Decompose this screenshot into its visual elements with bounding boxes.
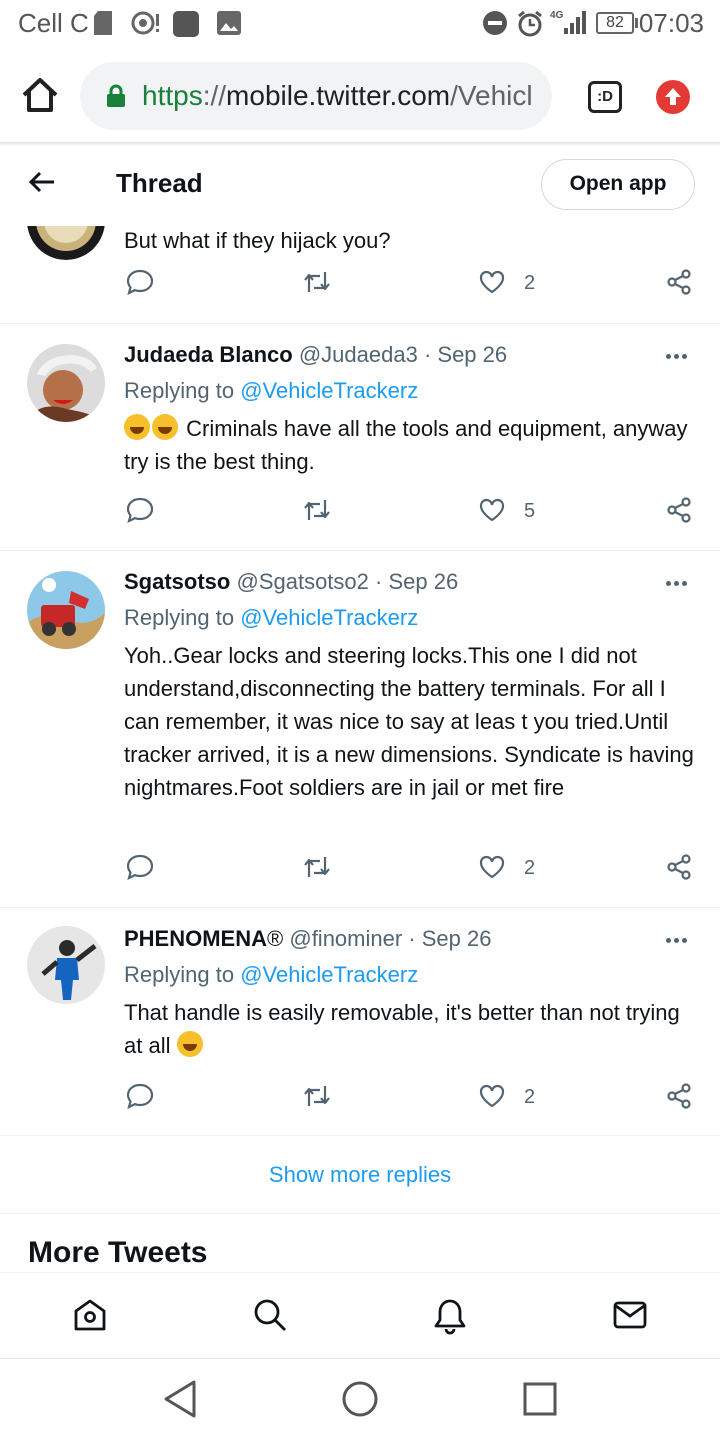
clock: 07:03	[638, 8, 704, 38]
timeline[interactable]: But what if they hijack you? 2 Judaeda B…	[0, 226, 720, 1272]
share-icon[interactable]	[665, 268, 693, 296]
tweet-text: But what if they hijack you?	[124, 228, 391, 253]
bottom-tab-bar	[0, 1272, 720, 1358]
dnd-icon	[482, 10, 508, 43]
username[interactable]: @Judaeda3	[299, 342, 418, 367]
share-icon[interactable]	[665, 853, 693, 881]
tweet[interactable]: PHENOMENA® @finominer · Sep 26 Replying …	[0, 908, 720, 1136]
more-options-icon[interactable]	[666, 346, 692, 362]
reply-icon[interactable]	[126, 853, 154, 881]
url-text: https://mobile.twitter.com/Vehicl	[142, 80, 533, 111]
like-count: 5	[524, 500, 536, 522]
share-icon[interactable]	[665, 496, 693, 524]
messages-icon[interactable]	[612, 1297, 648, 1338]
tweet-date[interactable]: Sep 26	[437, 342, 507, 367]
page-title: Thread	[116, 168, 203, 198]
replying-to: Replying to @VehicleTrackerz	[124, 378, 419, 403]
replying-to-handle[interactable]: @VehicleTrackerz	[240, 605, 418, 630]
battery-tip	[635, 18, 638, 28]
replying-to: Replying to @VehicleTrackerz	[124, 962, 419, 987]
tweet-partial[interactable]: But what if they hijack you? 2	[0, 226, 720, 324]
reply-icon[interactable]	[126, 1082, 154, 1110]
like-icon[interactable]	[478, 496, 506, 524]
username[interactable]: @finominer	[289, 926, 402, 951]
tweet-actions: 2	[0, 853, 720, 889]
tweet[interactable]: Judaeda Blanco @Judaeda3 · Sep 26 Replyi…	[0, 324, 720, 551]
replying-to-handle[interactable]: @VehicleTrackerz	[240, 378, 418, 403]
reply-icon[interactable]	[126, 496, 154, 524]
tweet-date[interactable]: Sep 26	[388, 569, 458, 594]
lock-icon	[106, 84, 126, 113]
notifications-icon[interactable]	[432, 1297, 468, 1340]
replying-to: Replying to @VehicleTrackerz	[124, 605, 419, 630]
display-name[interactable]: PHENOMENA	[124, 926, 267, 951]
thread-header: Thread Open app	[0, 146, 720, 226]
display-name[interactable]: Sgatsotso	[124, 569, 230, 594]
like-count: 2	[524, 1086, 536, 1108]
avatar[interactable]	[27, 226, 105, 260]
registered-mark: ®	[267, 926, 284, 951]
app-notification-icon	[172, 10, 200, 45]
reply-icon[interactable]	[126, 268, 154, 296]
browser-home-icon[interactable]	[20, 76, 64, 116]
section-title: More Tweets	[28, 1236, 208, 1269]
tweet-actions: 2	[0, 268, 720, 304]
update-icon[interactable]	[656, 80, 690, 114]
tweet-header: Sgatsotso @Sgatsotso2 · Sep 26	[124, 569, 459, 594]
avatar[interactable]	[27, 344, 105, 422]
laughing-emoji-icon	[124, 414, 150, 440]
alarm-icon	[516, 10, 544, 45]
more-options-icon[interactable]	[666, 573, 692, 589]
nav-home-icon[interactable]	[341, 1379, 379, 1424]
nav-recents-icon[interactable]	[522, 1379, 558, 1424]
nav-back-icon[interactable]	[162, 1379, 198, 1424]
like-count: 2	[524, 272, 536, 294]
grinning-emoji-icon	[176, 1031, 203, 1057]
sd-card-icon	[92, 10, 114, 43]
retweet-icon[interactable]	[302, 1082, 332, 1110]
signal-icon: 4G	[550, 8, 588, 43]
display-name[interactable]: Judaeda Blanco	[124, 342, 293, 367]
username[interactable]: @Sgatsotso2	[236, 569, 368, 594]
tweet[interactable]: Sgatsotso @Sgatsotso2 · Sep 26 Replying …	[0, 551, 720, 908]
tweet-text: That handle is easily removable, it's be…	[124, 1000, 680, 1058]
carrier-label: Cell C	[18, 8, 89, 38]
battery-level: 82	[596, 12, 634, 34]
tweet-header: Judaeda Blanco @Judaeda3 · Sep 26	[124, 342, 508, 367]
tweet-actions: 5	[0, 496, 720, 532]
status-bar: Cell C 4G 82 07:03	[0, 0, 720, 48]
tweet-text: Criminals have all the tools and equipme…	[124, 414, 688, 474]
tweet-text: Yoh..Gear locks and steering locks.This …	[124, 643, 694, 800]
avatar[interactable]	[27, 571, 105, 649]
svg-text:4G: 4G	[550, 10, 564, 21]
like-icon[interactable]	[478, 268, 506, 296]
system-nav-bar	[0, 1358, 720, 1440]
retweet-icon[interactable]	[302, 496, 332, 524]
like-count: 2	[524, 857, 536, 879]
search-icon[interactable]	[252, 1297, 288, 1338]
open-app-button[interactable]: Open app	[541, 159, 695, 210]
hotspot-icon	[130, 10, 160, 43]
avatar[interactable]	[27, 926, 105, 1004]
tweet-header: PHENOMENA® @finominer · Sep 26	[124, 926, 492, 951]
like-icon[interactable]	[478, 853, 506, 881]
replying-to-handle[interactable]: @VehicleTrackerz	[240, 962, 418, 987]
tab-switcher-button[interactable]: :D	[588, 81, 622, 113]
address-bar[interactable]: https://mobile.twitter.com/Vehicl	[80, 62, 552, 130]
back-arrow-icon[interactable]	[28, 168, 58, 198]
retweet-icon[interactable]	[302, 853, 332, 881]
home-icon[interactable]	[72, 1297, 108, 1338]
browser-toolbar: https://mobile.twitter.com/Vehicl :D	[0, 48, 720, 144]
show-more-replies-link[interactable]: Show more replies	[0, 1136, 720, 1214]
gallery-icon	[216, 10, 242, 43]
retweet-icon[interactable]	[302, 268, 332, 296]
tweet-date[interactable]: Sep 26	[422, 926, 492, 951]
tweet-actions: 2	[0, 1082, 720, 1118]
laughing-emoji-icon	[152, 414, 178, 440]
like-icon[interactable]	[478, 1082, 506, 1110]
more-options-icon[interactable]	[666, 930, 692, 946]
share-icon[interactable]	[665, 1082, 693, 1110]
